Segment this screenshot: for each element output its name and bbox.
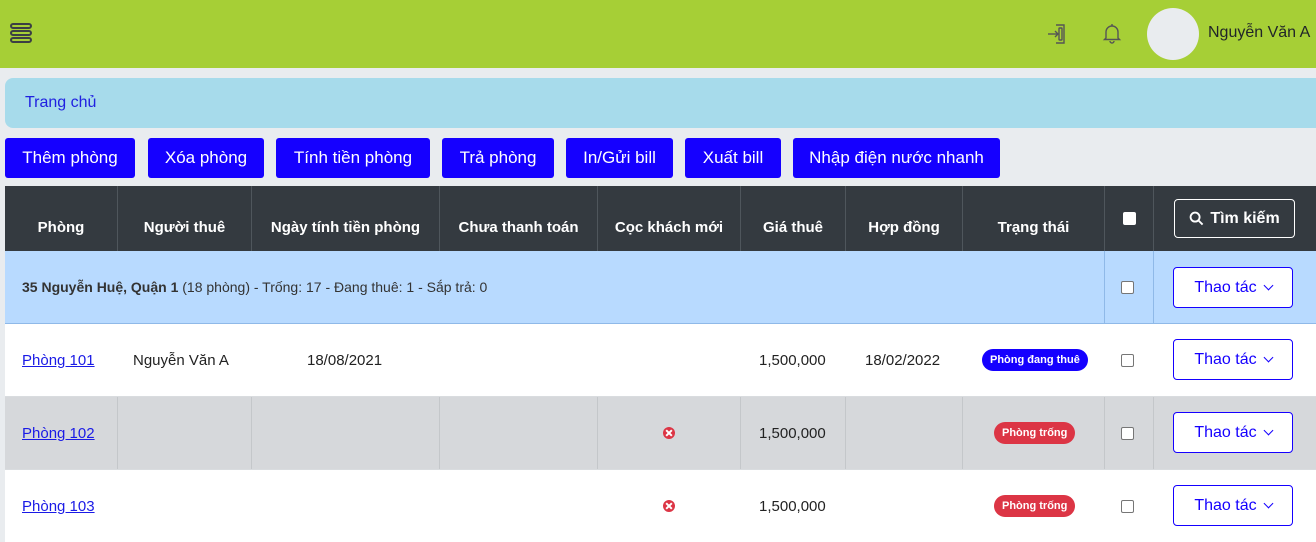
search-icon	[1189, 211, 1204, 226]
divider	[1153, 397, 1154, 469]
chevron-down-icon	[1263, 352, 1274, 363]
divider	[740, 397, 741, 469]
divider	[251, 397, 252, 469]
breadcrumb-home-link[interactable]: Trang chủ	[25, 94, 96, 112]
quick-utilities-button[interactable]: Nhập điện nước nhanh	[793, 138, 1000, 178]
x-circle-icon	[663, 500, 675, 512]
row-checkbox-cell	[1121, 397, 1134, 469]
table-row: Phòng 101 Nguyễn Văn A 18/08/2021 1,500,…	[5, 324, 1316, 397]
divider	[117, 397, 118, 469]
property-name: 35 Nguyễn Huệ, Quận 1	[22, 279, 179, 295]
print-send-bill-button[interactable]: In/Gửi bill	[566, 138, 673, 178]
rooms-table: Phòng Người thuê Ngày tính tiền phòng Ch…	[5, 186, 1316, 542]
chevron-down-icon	[1263, 498, 1274, 509]
contract-cell: 18/02/2022	[865, 351, 941, 369]
divider	[962, 397, 963, 469]
col-status[interactable]: Trạng thái	[963, 186, 1105, 251]
row-checkbox-cell	[1121, 470, 1134, 542]
action-label: Thao tác	[1194, 278, 1257, 296]
row-checkbox[interactable]	[1121, 499, 1134, 513]
row-checkbox[interactable]	[1121, 353, 1134, 367]
search-button-label: Tìm kiếm	[1210, 209, 1280, 227]
status-badge: Phòng trống	[994, 422, 1076, 444]
top-navbar: Nguyễn Văn A	[0, 0, 1316, 68]
search-button[interactable]: Tìm kiếm	[1174, 199, 1295, 238]
col-billing-date[interactable]: Ngày tính tiền phòng	[252, 186, 440, 251]
col-price[interactable]: Giá thuê	[741, 186, 846, 251]
group-action-dropdown[interactable]: Thao tác	[1173, 267, 1293, 308]
col-unpaid[interactable]: Chưa thanh toán	[440, 186, 598, 251]
add-room-button[interactable]: Thêm phòng	[5, 138, 135, 178]
export-bill-button[interactable]: Xuất bill	[685, 138, 781, 178]
property-group-row: 35 Nguyễn Huệ, Quận 1 (18 phòng) - Trống…	[5, 251, 1316, 324]
row-action-dropdown[interactable]: Thao tác	[1173, 412, 1293, 453]
property-group-summary: 35 Nguyễn Huệ, Quận 1 (18 phòng) - Trống…	[22, 279, 487, 295]
tenant-cell: Nguyễn Văn A	[133, 351, 229, 369]
status-badge: Phòng đang thuê	[982, 349, 1088, 371]
room-link[interactable]: Phòng 101	[22, 352, 95, 369]
bell-icon[interactable]	[1100, 21, 1124, 45]
divider	[439, 397, 440, 469]
status-cell: Phòng đang thuê	[982, 324, 1088, 396]
room-cell: Phòng 101	[22, 324, 95, 396]
room-link[interactable]: Phòng 103	[22, 498, 95, 515]
x-circle-icon	[663, 427, 675, 439]
divider	[1153, 251, 1154, 323]
table-header: Phòng Người thuê Ngày tính tiền phòng Ch…	[5, 186, 1316, 251]
table-row: Phòng 102 1,500,000 Phòng trống Thao tác	[5, 397, 1316, 470]
table-row: Phòng 103 1,500,000 Phòng trống Thao tác	[5, 470, 1316, 542]
status-badge: Phòng trống	[994, 495, 1076, 517]
login-icon[interactable]	[1045, 22, 1069, 46]
col-new-deposit[interactable]: Cọc khách mới	[598, 186, 741, 251]
action-label: Thao tác	[1194, 423, 1257, 441]
calculate-rent-button[interactable]: Tính tiền phòng	[276, 138, 430, 178]
row-checkbox-cell	[1121, 324, 1134, 396]
deposit-cell	[663, 397, 675, 469]
status-cell: Phòng trống	[994, 397, 1076, 469]
row-checkbox[interactable]	[1121, 426, 1134, 440]
row-action-dropdown[interactable]: Thao tác	[1173, 485, 1293, 526]
divider	[1104, 397, 1105, 469]
group-checkbox-cell	[1121, 251, 1134, 324]
price-cell: 1,500,000	[759, 351, 826, 369]
divider	[1104, 251, 1105, 323]
status-cell: Phòng trống	[994, 470, 1076, 542]
price-cell: 1,500,000	[759, 497, 826, 515]
room-link[interactable]: Phòng 102	[22, 425, 95, 442]
deposit-cell	[663, 470, 675, 542]
hamburger-menu-icon[interactable]	[8, 20, 34, 46]
chevron-down-icon	[1263, 425, 1274, 436]
avatar[interactable]	[1147, 8, 1199, 60]
breadcrumb: Trang chủ	[5, 78, 1316, 128]
select-all-checkbox[interactable]	[1122, 212, 1136, 225]
action-label: Thao tác	[1194, 350, 1257, 368]
row-action-dropdown[interactable]: Thao tác	[1173, 339, 1293, 380]
delete-room-button[interactable]: Xóa phòng	[148, 138, 264, 178]
col-contract[interactable]: Hợp đồng	[846, 186, 963, 251]
divider	[597, 397, 598, 469]
action-label: Thao tác	[1194, 496, 1257, 514]
col-room[interactable]: Phòng	[5, 186, 118, 251]
chevron-down-icon	[1263, 280, 1274, 291]
return-room-button[interactable]: Trả phòng	[442, 138, 554, 178]
room-cell: Phòng 103	[22, 470, 95, 542]
room-cell: Phòng 102	[22, 397, 95, 469]
group-checkbox[interactable]	[1121, 281, 1134, 294]
property-stats: (18 phòng) - Trống: 17 - Đang thuê: 1 - …	[178, 279, 488, 295]
col-tenant[interactable]: Người thuê	[118, 186, 252, 251]
user-name[interactable]: Nguyễn Văn A	[1208, 24, 1310, 42]
price-cell: 1,500,000	[759, 424, 826, 442]
select-all-cell	[1105, 186, 1154, 251]
billing-date-cell: 18/08/2021	[307, 351, 383, 369]
divider	[845, 397, 846, 469]
